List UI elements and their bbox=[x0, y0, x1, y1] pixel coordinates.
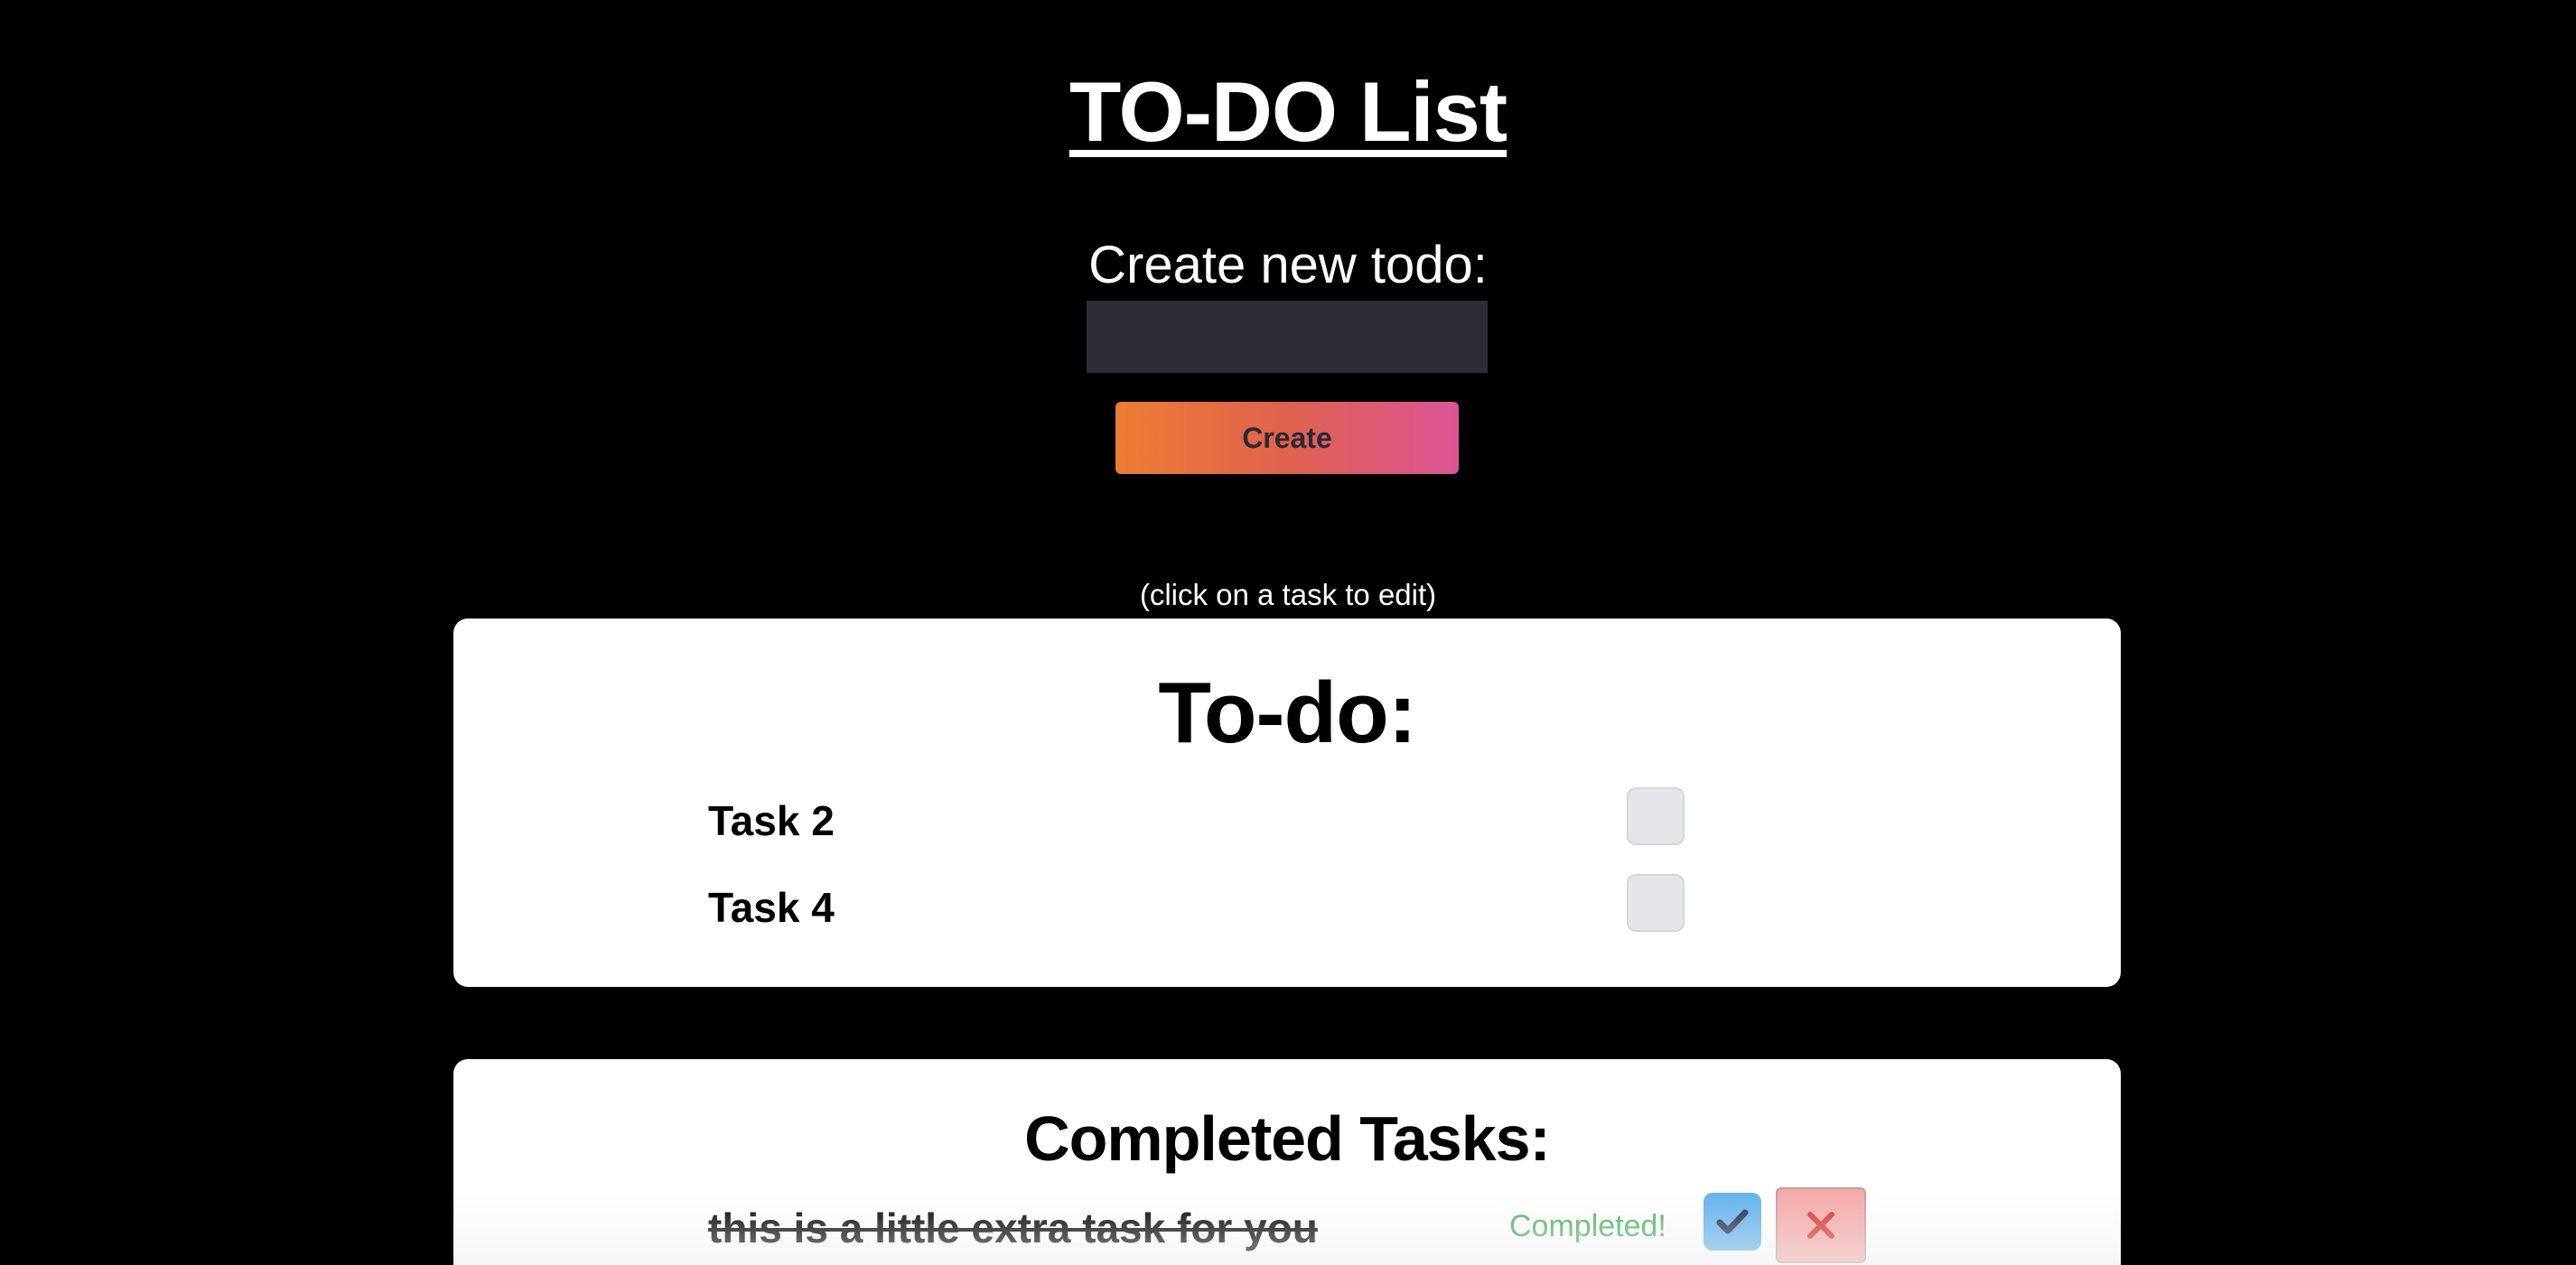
completed-status-text: Completed! bbox=[1509, 1209, 1666, 1243]
create-button[interactable]: Create bbox=[1115, 402, 1459, 474]
task-complete-checkbox[interactable] bbox=[1627, 787, 1685, 845]
todo-task-row: Task 2 bbox=[708, 787, 1882, 847]
completed-section-title: Completed Tasks: bbox=[1024, 1103, 1551, 1174]
new-todo-input[interactable] bbox=[1087, 301, 1488, 373]
todo-section-title: To-do: bbox=[1158, 665, 1416, 761]
todo-task-row: Task 4 bbox=[708, 874, 1882, 934]
close-icon bbox=[1807, 1212, 1834, 1239]
page-title: TO-DO List bbox=[0, 65, 2576, 158]
todo-task-label[interactable]: Task 2 bbox=[708, 796, 835, 845]
todo-task-label[interactable]: Task 4 bbox=[708, 883, 835, 932]
create-todo-label: Create new todo: bbox=[1088, 236, 1488, 294]
todo-card: To-do: Task 2 Task 4 bbox=[453, 619, 2121, 987]
completed-card: Completed Tasks: this is a little extra … bbox=[453, 1059, 2121, 1265]
edit-hint: (click on a task to edit) bbox=[1139, 578, 1437, 611]
checkmark-icon bbox=[1716, 1209, 1749, 1234]
confirm-complete-button[interactable] bbox=[1703, 1193, 1761, 1251]
delete-task-button[interactable] bbox=[1776, 1187, 1866, 1263]
task-complete-checkbox[interactable] bbox=[1627, 874, 1685, 932]
completed-task-label[interactable]: this is a little extra task for you bbox=[708, 1204, 1318, 1252]
page: TO-DO List Create new todo: Create (clic… bbox=[0, 0, 2576, 1265]
page-title-text: TO-DO List bbox=[1069, 64, 1507, 159]
completed-task-row: this is a little extra task for you Comp… bbox=[708, 1187, 1918, 1263]
